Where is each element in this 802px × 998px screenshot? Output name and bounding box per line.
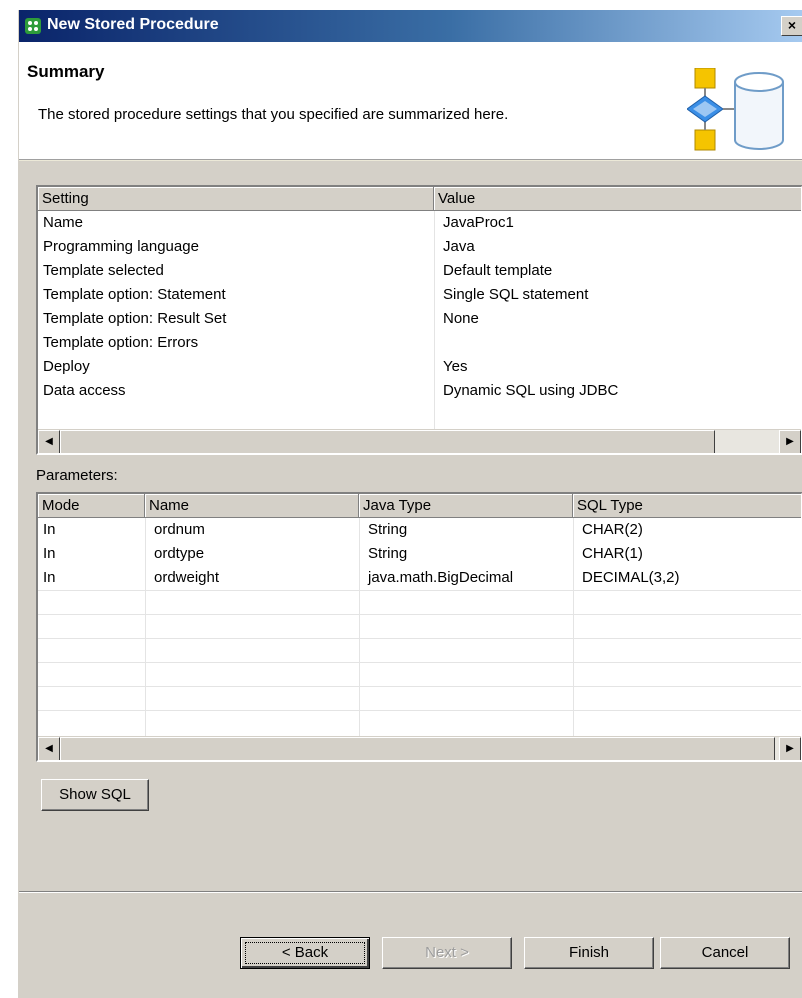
setting-errors: Template option: Errors xyxy=(43,334,199,351)
param-sql-type: CHAR(2) xyxy=(582,521,643,538)
value-data-access: Dynamic SQL using JDBC xyxy=(443,382,619,399)
page-title: Summary xyxy=(27,62,105,81)
param-java-type: String xyxy=(368,521,408,538)
column-header-sql-type[interactable]: SQL Type xyxy=(573,494,801,518)
param-name: ordweight xyxy=(154,569,220,586)
finish-button[interactable]: Finish xyxy=(524,937,654,969)
arrow-left-icon[interactable]: ◀ xyxy=(38,430,60,453)
param-java-type: java.math.BigDecimal xyxy=(368,569,514,586)
setting-deploy: Deploy xyxy=(43,358,90,375)
param-java-type: String xyxy=(368,545,408,562)
param-mode: In xyxy=(43,569,56,586)
setting-data-access: Data access xyxy=(43,382,126,399)
back-button[interactable]: < Back xyxy=(240,937,370,969)
summary-table[interactable]: Setting Value Name JavaProc1 Programming… xyxy=(36,185,802,455)
parameters-label: Parameters: xyxy=(36,467,118,484)
wizard-content: Setting Value Name JavaProc1 Programming… xyxy=(19,161,802,998)
cancel-button[interactable]: Cancel xyxy=(660,937,790,969)
param-name: ordtype xyxy=(154,545,205,562)
value-template: Default template xyxy=(443,262,553,279)
next-button[interactable]: Next > xyxy=(382,937,512,969)
scroll-thumb[interactable] xyxy=(60,737,775,760)
value-errors xyxy=(438,331,443,355)
param-name: ordnum xyxy=(154,521,205,538)
arrow-left-icon[interactable]: ◀ xyxy=(38,737,60,760)
value-result-set: None xyxy=(443,310,479,327)
column-header-mode[interactable]: Mode xyxy=(38,494,145,518)
wizard-app-icon xyxy=(25,18,41,34)
value-deploy: Yes xyxy=(443,358,468,375)
column-header-value[interactable]: Value xyxy=(434,187,801,211)
button-separator xyxy=(19,891,802,893)
setting-statement: Template option: Statement xyxy=(43,286,226,303)
parameters-table[interactable]: Mode Name Java Type SQL Type In ordnum S… xyxy=(36,492,802,762)
setting-name: Name xyxy=(43,214,84,231)
param-mode: In xyxy=(43,545,56,562)
setting-result-set: Template option: Result Set xyxy=(43,310,227,327)
value-name: JavaProc1 xyxy=(443,214,514,231)
arrow-right-icon[interactable]: ▶ xyxy=(779,737,801,760)
value-statement: Single SQL statement xyxy=(443,286,589,303)
value-language: Java xyxy=(443,238,475,255)
close-button[interactable]: × xyxy=(781,16,802,36)
param-sql-type: DECIMAL(3,2) xyxy=(582,569,680,586)
scroll-thumb[interactable] xyxy=(60,430,715,453)
arrow-right-icon[interactable]: ▶ xyxy=(779,430,801,453)
close-icon: × xyxy=(787,17,797,33)
wizard-banner: Summary The stored procedure settings th… xyxy=(19,42,802,160)
summary-horizontal-scrollbar[interactable]: ◀ ▶ xyxy=(38,429,801,453)
wizard-window: New Stored Procedure × Summary The store… xyxy=(18,10,802,998)
stored-procedure-database-icon xyxy=(686,67,787,160)
show-sql-button[interactable]: Show SQL xyxy=(41,779,149,811)
setting-template: Template selected xyxy=(43,262,164,279)
page-description: The stored procedure settings that you s… xyxy=(38,106,509,123)
window-title: New Stored Procedure xyxy=(47,16,219,33)
column-header-name[interactable]: Name xyxy=(145,494,359,518)
title-bar[interactable]: New Stored Procedure × xyxy=(19,10,802,42)
parameters-horizontal-scrollbar[interactable]: ◀ ▶ xyxy=(38,736,801,760)
param-sql-type: CHAR(1) xyxy=(582,545,643,562)
setting-language: Programming language xyxy=(43,238,199,255)
column-header-setting[interactable]: Setting xyxy=(38,187,434,211)
column-header-java-type[interactable]: Java Type xyxy=(359,494,573,518)
param-mode: In xyxy=(43,521,56,538)
